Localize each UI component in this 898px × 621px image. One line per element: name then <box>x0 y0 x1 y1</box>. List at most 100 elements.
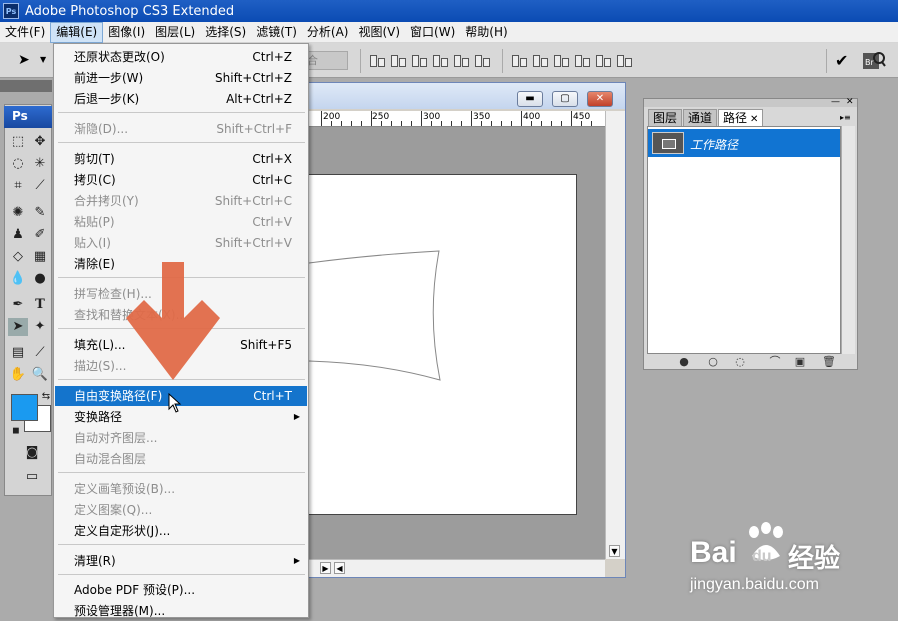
menu-item-copy[interactable]: 拷贝(C) Ctrl+C <box>55 170 307 190</box>
menu-item-define-brush[interactable]: 定义画笔预设(B)... <box>55 479 307 499</box>
distribute-bottom-icon[interactable] <box>552 52 570 68</box>
eyedropper-slice-tool-icon[interactable]: ⟋ <box>30 177 50 195</box>
new-path-icon[interactable]: ▣ <box>794 356 806 368</box>
maximize-button[interactable]: ▢ <box>552 91 578 107</box>
direct-selection-tool-icon[interactable]: ➤ <box>8 318 28 336</box>
history-brush-tool-icon[interactable]: ✐ <box>30 226 50 244</box>
menu-help[interactable]: 帮助(H) <box>460 22 512 43</box>
foreground-color-swatch[interactable] <box>11 394 38 421</box>
scroll-right-arrow[interactable]: ▶ <box>320 562 331 574</box>
menu-item-auto-blend-layers[interactable]: 自动混合图层 <box>55 449 307 469</box>
delete-path-icon[interactable]: 🗑 <box>822 356 836 368</box>
stroke-path-icon[interactable]: ○ <box>707 356 719 368</box>
panel-scrollbar[interactable] <box>841 126 855 354</box>
default-colors-icon[interactable]: ◼ <box>6 422 26 440</box>
distribute-horizontal-center-icon[interactable] <box>594 52 612 68</box>
blur-tool-icon[interactable]: 💧 <box>8 270 28 288</box>
menu-item-undo[interactable]: 还原状态更改(O) Ctrl+Z <box>55 47 307 67</box>
menu-file[interactable]: 文件(F) <box>0 22 50 43</box>
canvas[interactable] <box>308 174 577 516</box>
distribute-left-icon[interactable] <box>573 52 591 68</box>
type-tool-icon[interactable]: T <box>30 296 50 314</box>
menu-layer[interactable]: 图层(L) <box>150 22 200 43</box>
distribute-top-icon[interactable] <box>510 52 528 68</box>
magic-wand-tool-icon[interactable]: ✳ <box>30 155 50 173</box>
menu-filter[interactable]: 滤镜(T) <box>251 22 302 43</box>
vertical-scrollbar[interactable]: ▼ <box>605 111 625 559</box>
menu-item-define-pattern[interactable]: 定义图案(Q)... <box>55 500 307 520</box>
scroll-down-arrow[interactable]: ▼ <box>609 545 620 557</box>
align-bottom-icon[interactable] <box>410 52 428 68</box>
menu-view[interactable]: 视图(V) <box>353 22 405 43</box>
align-left-icon[interactable] <box>431 52 449 68</box>
menu-item-step-backward[interactable]: 后退一步(K) Alt+Ctrl+Z <box>55 89 307 109</box>
menu-item-fade[interactable]: 渐隐(D)... Shift+Ctrl+F <box>55 119 307 139</box>
tab-layers[interactable]: 图层 <box>648 109 683 126</box>
minimize-button[interactable]: ▬ <box>517 91 543 107</box>
align-vertical-center-icon[interactable] <box>389 52 407 68</box>
eraser-tool-icon[interactable]: ◇ <box>8 248 28 266</box>
menu-item-define-custom-shape[interactable]: 定义自定形状(J)... <box>55 521 307 541</box>
separator <box>502 49 503 73</box>
align-top-icon[interactable] <box>368 52 386 68</box>
document-title-bar[interactable]: ▬ ▢ ✕ <box>309 83 625 109</box>
menu-item-pdf-presets[interactable]: Adobe PDF 预设(P)... <box>55 580 307 600</box>
screen-mode-icon[interactable]: ▭ <box>22 468 42 486</box>
lasso-tool-icon[interactable]: ◌ <box>8 155 28 173</box>
menu-item-paste-into[interactable]: 贴入(I) Shift+Ctrl+V <box>55 233 307 253</box>
align-horizontal-center-icon[interactable] <box>452 52 470 68</box>
brush-tool-icon[interactable]: ✎ <box>30 204 50 222</box>
hand-tool-icon[interactable]: ✋ <box>8 366 28 384</box>
dodge-tool-icon[interactable]: ● <box>30 270 50 288</box>
clone-stamp-tool-icon[interactable]: ♟ <box>8 226 28 244</box>
menu-item-auto-align-layers[interactable]: 自动对齐图层... <box>55 428 307 448</box>
tab-channels[interactable]: 通道 <box>683 109 718 126</box>
commit-checkmark-icon[interactable]: ✔ <box>835 51 848 70</box>
panel-minimize-icon[interactable]: — <box>831 97 840 107</box>
work-path-shape[interactable] <box>308 175 577 516</box>
scroll-left-arrow[interactable]: ◀ <box>334 562 345 574</box>
menu-item-cut[interactable]: 剪切(T) Ctrl+X <box>55 149 307 169</box>
canvas-area[interactable] <box>308 127 605 559</box>
marquee-tool-icon[interactable]: ⬚ <box>8 133 28 151</box>
custom-shape-tool-icon[interactable]: ✦ <box>30 318 50 336</box>
panel-close-icon[interactable]: ✕ <box>846 97 854 107</box>
menu-item-step-forward[interactable]: 前进一步(W) Shift+Ctrl+Z <box>55 68 307 88</box>
fill-path-icon[interactable]: ● <box>678 356 690 368</box>
distribute-vertical-center-icon[interactable] <box>531 52 549 68</box>
chevron-down-icon[interactable]: ▼ <box>40 55 46 64</box>
panel-header[interactable]: — ✕ <box>644 97 857 107</box>
notes-tool-icon[interactable]: ▤ <box>8 344 28 362</box>
go-to-bridge-icon[interactable]: Br <box>862 50 886 72</box>
tab-paths[interactable]: 路径 ✕ <box>718 109 764 126</box>
menu-window[interactable]: 窗口(W) <box>405 22 460 43</box>
panel-menu-icon[interactable]: ▸≡ <box>840 113 851 122</box>
toolbox-ps-logo[interactable]: Ps <box>4 106 52 128</box>
path-row-work-path[interactable]: 工作路径 <box>648 129 840 157</box>
toolbox-header[interactable] <box>0 80 52 92</box>
tool-preset-picker-icon[interactable]: ➤ <box>18 52 30 68</box>
menu-analysis[interactable]: 分析(A) <box>302 22 354 43</box>
move-tool-icon[interactable]: ✥ <box>30 133 50 151</box>
menu-item-paste[interactable]: 粘贴(P) Ctrl+V <box>55 212 307 232</box>
menu-edit[interactable]: 编辑(E) <box>50 21 104 43</box>
close-icon[interactable]: ✕ <box>750 114 758 125</box>
eyedropper-tool-icon[interactable]: ⟋ <box>30 344 50 362</box>
crop-tool-icon[interactable]: ⌗ <box>8 177 28 195</box>
load-selection-icon[interactable]: ◌ <box>734 356 746 368</box>
spot-healing-tool-icon[interactable]: ✺ <box>8 204 28 222</box>
distribute-right-icon[interactable] <box>615 52 633 68</box>
gradient-tool-icon[interactable]: ▦ <box>30 248 50 266</box>
make-work-path-icon[interactable]: ⌒ <box>762 356 788 368</box>
horizontal-scrollbar[interactable]: ▶ ◀ <box>309 559 605 577</box>
pen-tool-icon[interactable]: ✒ <box>8 296 28 314</box>
menu-item-copy-merged[interactable]: 合并拷贝(Y) Shift+Ctrl+C <box>55 191 307 211</box>
menu-select[interactable]: 选择(S) <box>200 22 251 43</box>
zoom-tool-icon[interactable]: 🔍 <box>30 366 50 384</box>
menu-image[interactable]: 图像(I) <box>103 22 150 43</box>
close-button[interactable]: ✕ <box>587 91 613 107</box>
menu-item-purge[interactable]: 清理(R) ▶ <box>55 551 307 571</box>
align-right-icon[interactable] <box>473 52 491 68</box>
quick-mask-icon[interactable]: ◙ <box>22 444 42 462</box>
menu-item-preset-manager[interactable]: 预设管理器(M)... <box>55 601 307 621</box>
